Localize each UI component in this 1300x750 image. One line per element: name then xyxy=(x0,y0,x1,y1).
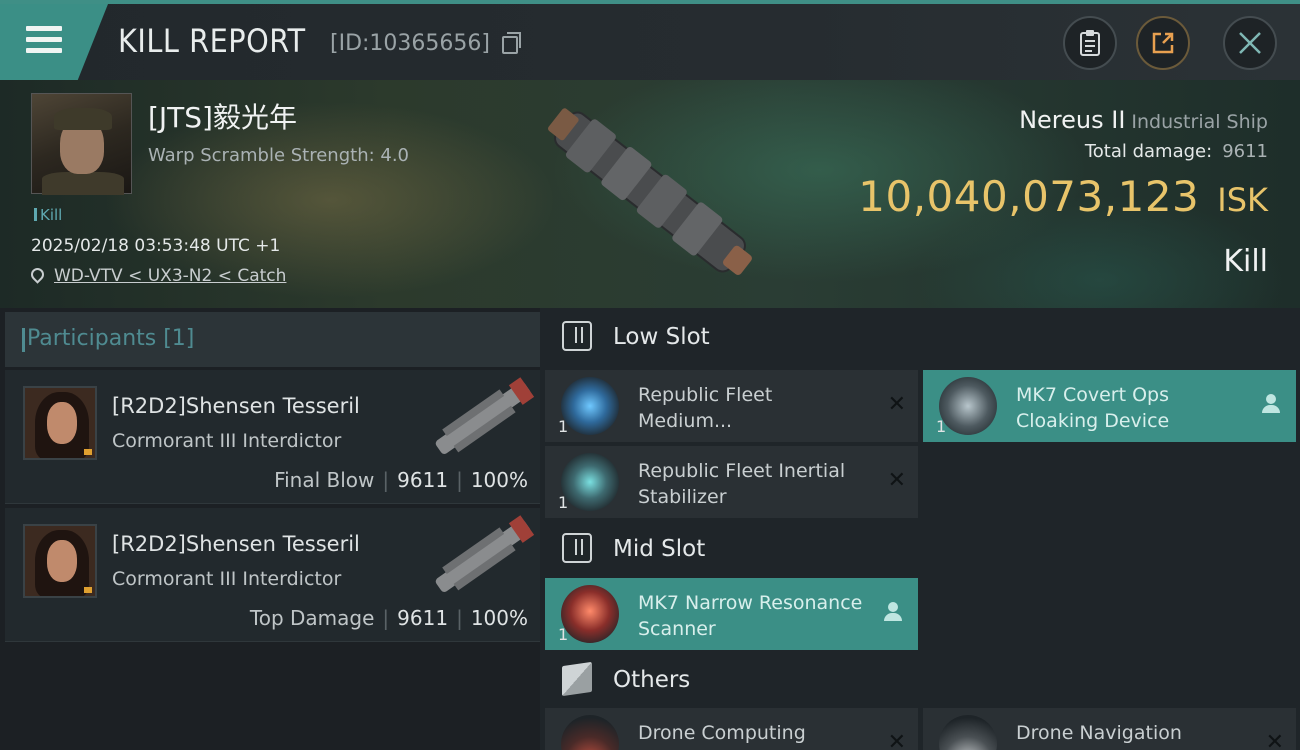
x-icon[interactable]: ✕ xyxy=(1266,730,1284,750)
module-drone-computing[interactable]: Drone Computing ✕ xyxy=(545,708,918,750)
victim-avatar[interactable] xyxy=(31,93,132,195)
isk-value: 10,040,073,123 ISK xyxy=(858,172,1268,221)
module-icon xyxy=(939,377,997,435)
kill-result: Kill xyxy=(1223,244,1268,279)
copy-icon[interactable] xyxy=(502,32,521,54)
close-button[interactable] xyxy=(1223,16,1277,70)
report-id: [ID:10365656] xyxy=(330,31,490,56)
share-button[interactable] xyxy=(1136,16,1190,70)
location-link[interactable]: WD-VTV < UX3-N2 < Catch xyxy=(54,266,286,286)
ship-class: Industrial Ship xyxy=(1131,111,1268,133)
page-title: KILL REPORT xyxy=(118,22,306,60)
person-icon[interactable] xyxy=(884,602,902,622)
mid-slot-header: Mid Slot xyxy=(545,520,1300,578)
module-icon xyxy=(561,377,619,435)
module-republic-fleet-inertial-stabilizer[interactable]: 1 Republic Fleet Inertial Stabilizer ✕ xyxy=(545,446,918,518)
victim-ship-image xyxy=(548,108,752,275)
x-icon[interactable]: ✕ xyxy=(888,392,906,417)
participant-percent: 100% xyxy=(470,606,528,630)
kill-datetime: 2025/02/18 03:53:48 UTC +1 xyxy=(31,236,281,256)
participants-header: Participants [1] xyxy=(5,312,540,367)
participant-ship-image xyxy=(435,377,535,454)
module-qty: 1 xyxy=(558,417,569,436)
participants-label: Participants [1] xyxy=(21,326,195,352)
participant-ship: Cormorant III Interdictor xyxy=(112,430,342,452)
module-name: Drone Navigation xyxy=(1016,722,1182,744)
cube-icon xyxy=(562,661,592,697)
participant-card[interactable]: [R2D2]Shensen Tesseril Cormorant III Int… xyxy=(5,370,540,504)
person-icon[interactable] xyxy=(1262,394,1280,414)
x-icon[interactable]: ✕ xyxy=(888,730,906,750)
module-name: Drone Computing xyxy=(638,722,806,744)
share-icon xyxy=(1152,32,1174,54)
report-button[interactable] xyxy=(1063,16,1117,70)
others-label: Others xyxy=(613,667,691,693)
map-pin-icon xyxy=(28,265,47,284)
victim-pilot-name[interactable]: [JTS]毅光年 xyxy=(148,96,297,136)
participant-ship: Cormorant III Interdictor xyxy=(112,568,342,590)
fitting-panel: Low Slot 1 Republic Fleet Medium... ✕ 1 … xyxy=(540,308,1300,750)
module-mk7-narrow-resonance-scanner[interactable]: 1 MK7 Narrow Resonance Scanner xyxy=(545,578,918,650)
module-icon xyxy=(561,585,619,643)
module-drone-navigation[interactable]: Drone Navigation ✕ xyxy=(923,708,1296,750)
menu-button[interactable] xyxy=(0,4,108,80)
low-slot-header: Low Slot xyxy=(545,308,1300,366)
close-icon xyxy=(1239,32,1261,54)
module-name: MK7 Covert Ops Cloaking Device xyxy=(1016,384,1170,432)
module-name: MK7 Narrow Resonance Scanner xyxy=(638,592,863,640)
low-slot-icon xyxy=(562,321,592,351)
participant-tag: Top Damage xyxy=(249,606,375,630)
total-damage-label: Total damage: xyxy=(1084,141,1213,162)
module-qty: 1 xyxy=(936,417,947,436)
module-republic-fleet-medium[interactable]: 1 Republic Fleet Medium... ✕ xyxy=(545,370,918,442)
warp-scramble-strength: Warp Scramble Strength: 4.0 xyxy=(148,145,410,166)
low-slot-label: Low Slot xyxy=(613,324,710,350)
participant-name: [R2D2]Shensen Tesseril xyxy=(112,394,360,418)
module-icon xyxy=(939,715,997,750)
participant-damage: 9611 xyxy=(397,606,449,630)
participant-avatar[interactable] xyxy=(23,524,97,598)
x-icon[interactable]: ✕ xyxy=(888,468,906,493)
total-damage-value: 9611 xyxy=(1222,141,1268,162)
victim-ship-name[interactable]: Nereus II Industrial Ship xyxy=(1019,106,1268,134)
kill-tag: Kill xyxy=(34,206,62,224)
module-icon xyxy=(561,715,619,750)
participant-tag: Final Blow xyxy=(274,468,375,492)
isk-amount: 10,040,073,123 xyxy=(858,172,1200,221)
participant-stats: Final Blow | 9611 | 100% xyxy=(274,468,528,492)
kill-location[interactable]: WD-VTV < UX3-N2 < Catch xyxy=(28,265,286,286)
participant-card[interactable]: [R2D2]Shensen Tesseril Cormorant III Int… xyxy=(5,508,540,642)
mid-slot-icon xyxy=(562,533,592,563)
isk-unit: ISK xyxy=(1217,181,1268,219)
module-icon xyxy=(561,453,619,511)
header-bar: KILL REPORT [ID:10365656] xyxy=(0,0,1300,80)
participant-name: [R2D2]Shensen Tesseril xyxy=(112,532,360,556)
total-damage: Total damage: 9611 xyxy=(1085,141,1268,162)
participant-ship-image xyxy=(435,515,535,592)
module-qty: 1 xyxy=(558,625,569,644)
participant-percent: 100% xyxy=(470,468,528,492)
module-qty: 1 xyxy=(558,493,569,512)
hamburger-menu-icon xyxy=(26,26,62,54)
participant-stats: Top Damage | 9611 | 100% xyxy=(249,606,528,630)
mid-slot-label: Mid Slot xyxy=(613,536,706,562)
participant-damage: 9611 xyxy=(397,468,449,492)
ship-name-text: Nereus II xyxy=(1019,106,1126,134)
module-mk7-covert-ops-cloaking-device[interactable]: 1 MK7 Covert Ops Cloaking Device xyxy=(923,370,1296,442)
others-header: Others xyxy=(545,651,1300,709)
clipboard-icon xyxy=(1080,30,1100,56)
module-name: Republic Fleet Inertial Stabilizer xyxy=(638,460,846,508)
participant-avatar[interactable] xyxy=(23,386,97,460)
module-name: Republic Fleet Medium... xyxy=(638,384,773,432)
